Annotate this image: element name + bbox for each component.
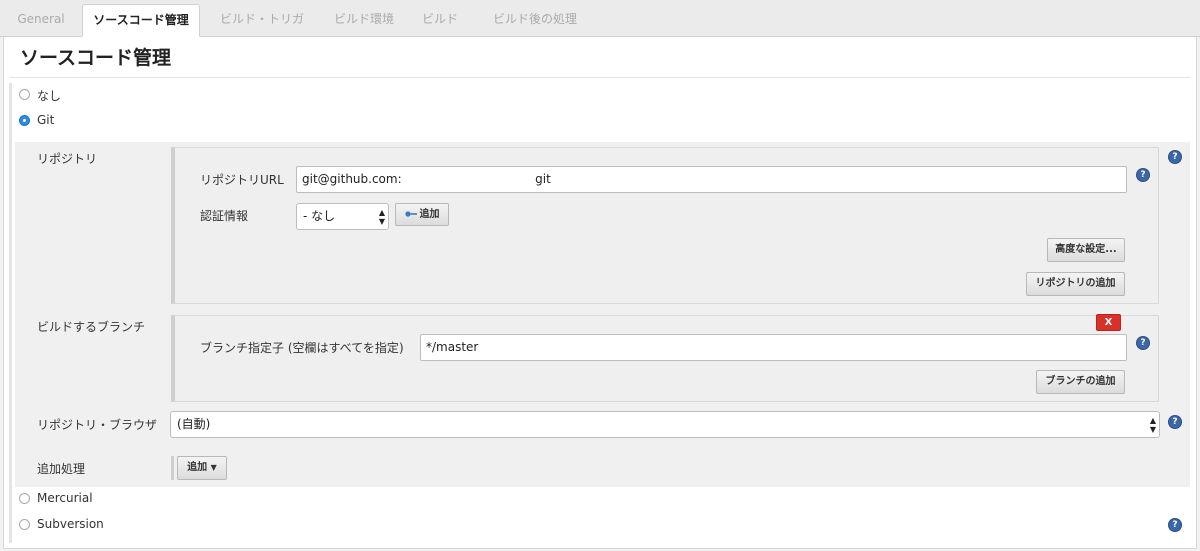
caret-down-icon: ▼ (210, 463, 217, 472)
subversion-help-icon[interactable]: ? (1169, 519, 1181, 531)
tab-scm[interactable]: ソースコード管理 (82, 4, 200, 37)
scm-none-label: なし (37, 89, 62, 103)
repository-browser-select[interactable]: (自動) ▲ ▼ (170, 411, 1160, 438)
tab-build-triggers[interactable]: ビルド・トリガ (207, 4, 317, 37)
branches-label: ビルドするブランチ (37, 320, 146, 334)
repository-url-input[interactable]: git@github.com: git (296, 166, 1127, 193)
tab-post-build[interactable]: ビルド後の処理 (474, 4, 596, 37)
delete-branch-button[interactable]: X (1096, 314, 1121, 331)
add-repository-button[interactable]: リポジトリの追加 (1026, 272, 1125, 296)
add-credentials-button[interactable]: 追加 (395, 203, 449, 226)
branch-specifier-label: ブランチ指定子 (空欄はすべてを指定) (200, 341, 404, 355)
title-divider (10, 77, 1190, 78)
add-credentials-label: 追加 (419, 209, 440, 220)
credentials-select-value: - なし (303, 209, 336, 223)
section-indent-bar (9, 83, 12, 543)
config-tab-bar: General ソースコード管理 ビルド・トリガ ビルド環境 ビルド ビルド後の… (0, 0, 1200, 37)
add-behaviour-button[interactable]: 追加 ▼ (177, 456, 227, 480)
additional-indent-bar (171, 456, 174, 480)
repository-browser-label: リポジトリ・ブラウザ (37, 418, 158, 432)
branch-specifier-input[interactable]: */master (420, 334, 1127, 361)
credentials-label: 認証情報 (200, 209, 249, 223)
branch-specifier-help-icon[interactable]: ? (1137, 337, 1149, 349)
scm-mercurial-radio[interactable] (19, 493, 30, 504)
select-arrows-icon: ▲ ▼ (378, 208, 385, 226)
scm-none-radio[interactable] (19, 89, 30, 100)
repository-url-help-icon[interactable]: ? (1137, 169, 1149, 181)
repository-url-label: リポジトリURL (200, 173, 284, 187)
repository-browser-value: (自動) (177, 417, 211, 431)
select-arrows-icon: ▲ ▼ (1149, 416, 1156, 434)
scm-git-label: Git (37, 113, 55, 127)
credentials-select[interactable]: - なし ▲ ▼ (296, 203, 389, 230)
repositories-label: リポジトリ (37, 152, 98, 166)
repositories-help-icon[interactable]: ? (1169, 151, 1181, 163)
advanced-button[interactable]: 高度な設定... (1047, 238, 1125, 262)
scm-mercurial-label: Mercurial (37, 491, 93, 505)
add-behaviour-label: 追加 (187, 462, 208, 473)
tab-build[interactable]: ビルド (411, 4, 469, 37)
tab-build-environment[interactable]: ビルド環境 (322, 4, 406, 37)
key-icon (404, 211, 417, 217)
page-title: ソースコード管理 (20, 47, 172, 69)
tab-general[interactable]: General (6, 4, 76, 37)
scm-subversion-label: Subversion (37, 517, 104, 531)
scm-subversion-radio[interactable] (19, 519, 30, 530)
add-branch-button[interactable]: ブランチの追加 (1036, 370, 1125, 394)
scm-git-radio[interactable] (19, 115, 30, 126)
additional-behaviours-label: 追加処理 (37, 462, 86, 476)
repository-browser-help-icon[interactable]: ? (1169, 416, 1181, 428)
